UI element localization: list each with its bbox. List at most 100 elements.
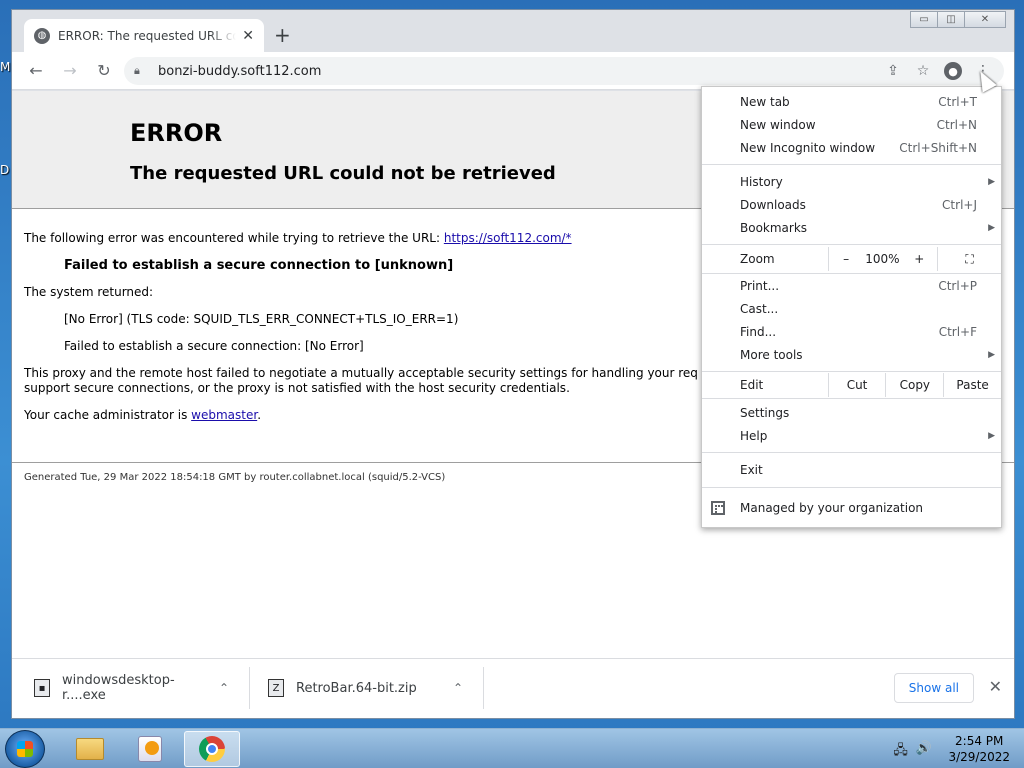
media-player-icon xyxy=(138,736,162,762)
share-icon[interactable]: ⇪ xyxy=(878,60,908,82)
menu-separator xyxy=(702,273,1001,274)
menu-separator xyxy=(702,244,1001,245)
submenu-arrow-icon: ▶ xyxy=(988,350,995,360)
chevron-up-icon[interactable]: ⌃ xyxy=(446,681,470,695)
building-icon xyxy=(711,501,725,515)
menu-item-settings[interactable]: Settings xyxy=(702,402,1001,424)
menu-label: Find... xyxy=(740,325,777,339)
globe-icon: ◍ xyxy=(34,27,50,44)
shortcut: Ctrl+T xyxy=(938,95,977,109)
close-window-button[interactable]: ✕ xyxy=(964,11,1006,28)
menu-item-history[interactable]: History ▶ xyxy=(702,171,1001,193)
title-bar: ▭ ◫ ✕ ◍ ERROR: The requested URL could n… xyxy=(12,10,1014,52)
menu-separator xyxy=(702,452,1001,453)
menu-label: Exit xyxy=(740,463,763,477)
menu-label: Downloads xyxy=(740,198,806,212)
zip-file-icon: Z xyxy=(268,679,284,697)
menu-label: New window xyxy=(740,118,816,132)
menu-item-downloads[interactable]: Downloads Ctrl+J xyxy=(702,194,1001,216)
menu-item-incognito[interactable]: New Incognito window Ctrl+Shift+N xyxy=(702,137,1001,159)
chevron-up-icon[interactable]: ⌃ xyxy=(212,681,236,695)
menu-label: New Incognito window xyxy=(740,141,876,155)
managed-label: Managed by your organization xyxy=(740,501,924,515)
lock-icon[interactable]: 🔒︎ xyxy=(134,64,148,78)
shortcut: Ctrl+Shift+N xyxy=(899,141,977,155)
error-intro-text: The following error was encountered whil… xyxy=(24,231,444,245)
window-controls: ▭ ◫ ✕ xyxy=(910,11,1006,28)
explorer-taskbar-button[interactable] xyxy=(62,731,118,767)
menu-label: Cast... xyxy=(740,302,779,316)
cut-button[interactable]: Cut xyxy=(827,373,886,397)
managed-by-org[interactable]: Managed by your organization xyxy=(702,497,1001,519)
cache-admin-period: . xyxy=(257,408,262,422)
bookmark-star-icon[interactable]: ☆ xyxy=(908,60,938,82)
reload-button[interactable]: ↻ xyxy=(88,57,120,85)
shortcut: Ctrl+N xyxy=(936,118,977,132)
zoom-label: Zoom xyxy=(740,252,775,266)
exe-file-icon: ▪ xyxy=(34,679,50,697)
webmaster-link[interactable]: webmaster xyxy=(191,408,257,422)
profile-icon: ● xyxy=(944,62,962,80)
menu-item-help[interactable]: Help ▶ xyxy=(702,425,1001,447)
error-url-link[interactable]: https://soft112.com/* xyxy=(444,231,572,245)
proxy-explanation-line2: support secure connections, or the proxy… xyxy=(24,381,570,395)
tab-title: ERROR: The requested URL could not be re… xyxy=(58,28,237,43)
maximize-button[interactable]: ◫ xyxy=(937,11,965,28)
zoom-in-button[interactable]: + xyxy=(901,247,937,271)
chrome-taskbar-button[interactable] xyxy=(184,731,240,767)
address-bar[interactable]: 🔒︎ bonzi-buddy.soft112.com ⇪ ☆ ● ⋮ xyxy=(124,57,1004,85)
profile-button[interactable]: ● xyxy=(938,60,968,82)
zoom-out-button[interactable]: – xyxy=(827,247,864,271)
copy-button[interactable]: Copy xyxy=(885,373,943,397)
error-subtitle: The requested URL could not be retrieved xyxy=(130,163,556,184)
system-tray: 🖧 🔊 xyxy=(893,741,932,763)
menu-item-find[interactable]: Find... Ctrl+F xyxy=(702,321,1001,343)
menu-separator xyxy=(702,398,1001,399)
fullscreen-icon[interactable]: ⛶ xyxy=(937,247,1001,271)
menu-item-new-window[interactable]: New window Ctrl+N xyxy=(702,114,1001,136)
generated-footer: Generated Tue, 29 Mar 2022 18:54:18 GMT … xyxy=(24,472,446,483)
desktop-label: M xyxy=(0,60,11,74)
proxy-explanation-line1: This proxy and the remote host failed to… xyxy=(24,366,698,380)
media-player-taskbar-button[interactable] xyxy=(122,731,178,767)
start-button[interactable] xyxy=(5,730,45,768)
browser-toolbar: ← → ↻ 🔒︎ bonzi-buddy.soft112.com ⇪ ☆ ● ⋮ xyxy=(12,52,1014,90)
shortcut: Ctrl+F xyxy=(938,325,977,339)
menu-item-more-tools[interactable]: More tools ▶ xyxy=(702,344,1001,366)
new-tab-button[interactable]: + xyxy=(274,24,291,46)
chrome-menu: New tab Ctrl+T New window Ctrl+N New Incog… xyxy=(701,86,1002,528)
close-shelf-icon[interactable]: ✕ xyxy=(989,677,1002,696)
volume-icon[interactable]: 🔊 xyxy=(916,741,932,763)
menu-item-print[interactable]: Print... Ctrl+P xyxy=(702,275,1001,297)
download-name: windowsdesktop-r....exe xyxy=(62,673,175,703)
menu-item-exit[interactable]: Exit xyxy=(702,459,1001,481)
menu-separator xyxy=(702,164,1001,165)
edit-row: Edit Cut Copy Paste xyxy=(702,373,1001,397)
menu-separator xyxy=(702,487,1001,488)
paste-button[interactable]: Paste xyxy=(943,373,1001,397)
submenu-arrow-icon: ▶ xyxy=(988,223,995,233)
show-all-button[interactable]: Show all xyxy=(893,673,974,703)
menu-label: History xyxy=(740,175,783,189)
download-item[interactable]: ▪ windowsdesktop-r....exe ⌃ xyxy=(34,667,250,709)
tab-close-icon[interactable]: ✕ xyxy=(242,28,254,44)
clock-time: 2:54 PM xyxy=(955,734,1004,748)
browser-tab[interactable]: ◍ ERROR: The requested URL could not be … xyxy=(24,19,264,52)
menu-item-new-tab[interactable]: New tab Ctrl+T xyxy=(702,91,1001,113)
menu-label: Print... xyxy=(740,279,780,293)
forward-button[interactable]: → xyxy=(54,57,86,85)
url-text[interactable]: bonzi-buddy.soft112.com xyxy=(158,64,321,79)
minimize-button[interactable]: ▭ xyxy=(910,11,938,28)
back-button[interactable]: ← xyxy=(20,57,52,85)
clock[interactable]: 2:54 PM 3/29/2022 xyxy=(948,733,1010,765)
network-icon[interactable]: 🖧 xyxy=(893,741,908,763)
clock-date: 3/29/2022 xyxy=(948,750,1010,764)
menu-label: More tools xyxy=(740,348,803,362)
shortcut: Ctrl+J xyxy=(942,198,977,212)
menu-label: New tab xyxy=(740,95,790,109)
menu-item-bookmarks[interactable]: Bookmarks ▶ xyxy=(702,217,1001,239)
download-item[interactable]: Z RetroBar.64-bit.zip ⌃ xyxy=(268,667,484,709)
menu-separator xyxy=(702,371,1001,372)
menu-item-cast[interactable]: Cast... xyxy=(702,298,1001,320)
folder-icon xyxy=(76,738,104,760)
